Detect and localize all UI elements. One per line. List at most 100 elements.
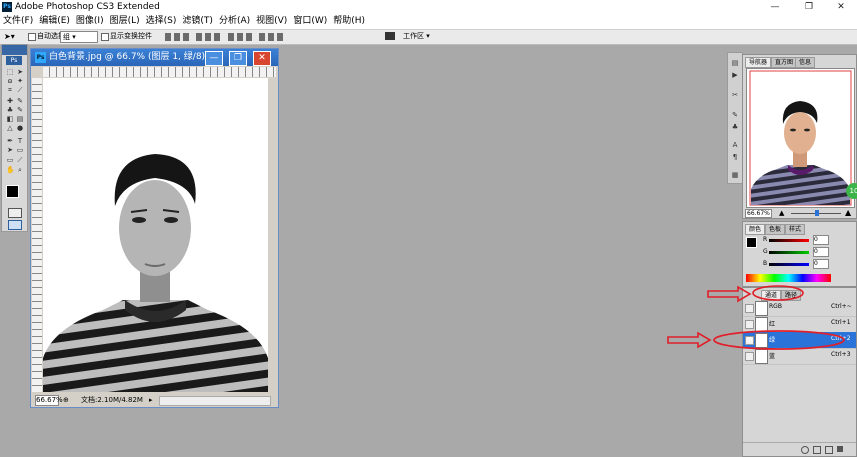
doc-minimize-button[interactable]: — [205, 51, 223, 66]
distribute-left-icon[interactable] [259, 33, 265, 41]
distribute-vcenter-icon[interactable] [237, 33, 243, 41]
screen-mode-icon[interactable] [8, 220, 22, 230]
path-select-icon[interactable]: ➤ [6, 147, 14, 154]
align-hcenter-icon[interactable] [205, 33, 211, 41]
tab-color[interactable]: 颜色 [745, 224, 766, 235]
hand-tool-icon[interactable]: ✋ [6, 167, 15, 174]
visibility-toggle[interactable] [745, 304, 754, 313]
toolbox-header[interactable] [2, 45, 27, 55]
history-brush-icon[interactable]: ✎ [16, 107, 24, 114]
status-menu-icon[interactable]: ⊕ [63, 394, 69, 406]
b-value[interactable]: 0 [813, 259, 829, 269]
distribute-hcenter-icon[interactable] [268, 33, 274, 41]
zoom-tool-icon[interactable]: ⌕ [16, 167, 24, 174]
auto-select-checkbox[interactable] [28, 32, 36, 42]
layer-comps-icon[interactable]: ▦ [730, 171, 740, 180]
tab-histogram[interactable]: 直方图 [771, 57, 798, 68]
menu-filter[interactable]: 滤镜(T) [179, 14, 216, 29]
close-button[interactable]: ✕ [830, 0, 852, 14]
align-bottom-icon[interactable] [183, 33, 189, 41]
distribute-top-icon[interactable] [228, 33, 234, 41]
clone-stamp-icon[interactable]: ♣ [6, 107, 14, 114]
maximize-button[interactable]: ❐ [798, 0, 820, 14]
align-top-icon[interactable] [165, 33, 171, 41]
tab-info[interactable]: 信息 [795, 57, 816, 68]
b-slider[interactable] [769, 263, 809, 266]
visibility-toggle[interactable] [745, 320, 754, 329]
eyedropper-icon[interactable]: ⟋ [16, 157, 24, 164]
actions-panel-icon[interactable]: ▶ [730, 71, 740, 80]
menu-file[interactable]: 文件(F) [0, 14, 36, 29]
menu-image[interactable]: 图像(I) [73, 14, 107, 29]
gradient-tool-icon[interactable]: ▤ [16, 116, 24, 123]
notes-tool-icon[interactable]: ▭ [6, 157, 14, 164]
status-arrow-icon[interactable]: ▸ [149, 394, 153, 406]
zoom-field[interactable]: 66.67% [35, 395, 63, 406]
eraser-tool-icon[interactable]: ◧ [6, 116, 14, 123]
menu-help[interactable]: 帮助(H) [330, 14, 368, 29]
horizontal-scrollbar[interactable] [159, 396, 271, 406]
distribute-right-icon[interactable] [277, 33, 283, 41]
show-transform-checkbox[interactable] [101, 32, 109, 42]
menu-view[interactable]: 视图(V) [253, 14, 290, 29]
color-spectrum-bar[interactable] [746, 274, 831, 282]
brush-tool-icon[interactable]: ✎ [16, 98, 24, 105]
clone-source-icon[interactable]: ♣ [730, 123, 740, 132]
save-selection-icon[interactable] [813, 446, 821, 454]
menu-analysis[interactable]: 分析(A) [216, 14, 253, 29]
move-tool-preset-icon[interactable]: ➤▾ [4, 32, 15, 41]
crop-tool-icon[interactable]: ⌗ [6, 87, 14, 94]
quick-mask-icon[interactable] [8, 208, 22, 218]
magic-wand-icon[interactable]: ✦ [16, 78, 24, 85]
shape-tool-icon[interactable]: ▭ [16, 147, 24, 154]
doc-maximize-button[interactable]: ❐ [229, 51, 247, 66]
dodge-tool-icon[interactable]: ● [16, 125, 24, 132]
delete-channel-icon[interactable] [837, 446, 843, 452]
tab-swatches[interactable]: 色板 [765, 224, 786, 235]
g-slider[interactable] [769, 251, 809, 254]
tab-styles[interactable]: 样式 [785, 224, 806, 235]
blur-tool-icon[interactable]: △ [6, 125, 14, 132]
character-panel-icon[interactable]: A [730, 141, 740, 150]
visibility-toggle[interactable] [745, 352, 754, 361]
new-channel-icon[interactable] [825, 446, 833, 454]
vertical-ruler[interactable] [32, 78, 42, 392]
load-selection-icon[interactable] [801, 446, 809, 454]
type-tool-icon[interactable]: T [16, 138, 24, 145]
paragraph-panel-icon[interactable]: ¶ [730, 153, 740, 162]
tool-presets-icon[interactable]: ✂ [730, 91, 740, 100]
move-tool-icon[interactable]: ➤ [16, 69, 24, 76]
bridge-icon[interactable] [385, 32, 395, 40]
navigator-zoom-field[interactable]: 66.67% [745, 209, 772, 218]
auto-select-dropdown[interactable]: 组 ▾ [60, 31, 98, 43]
color-fg-swatch[interactable] [746, 237, 757, 248]
marquee-tool-icon[interactable]: ⬚ [6, 69, 14, 76]
align-left-icon[interactable] [196, 33, 202, 41]
menu-edit[interactable]: 编辑(E) [36, 14, 73, 29]
minimize-button[interactable]: — [764, 0, 786, 14]
brushes-panel-icon[interactable]: ✎ [730, 111, 740, 120]
document-title-bar[interactable]: Ps 白色背景.jpg @ 66.7% (图层 1, 绿/8) — ❐ ✕ [31, 49, 278, 66]
menu-window[interactable]: 窗口(W) [290, 14, 330, 29]
menu-select[interactable]: 选择(S) [143, 14, 180, 29]
lasso-tool-icon[interactable]: ɷ [6, 78, 14, 85]
history-panel-icon[interactable]: ▤ [730, 59, 740, 68]
pen-tool-icon[interactable]: ✒ [6, 138, 14, 145]
align-right-icon[interactable] [214, 33, 220, 41]
doc-close-button[interactable]: ✕ [253, 51, 271, 66]
slice-tool-icon[interactable]: ⟋ [16, 87, 24, 94]
workspace-button[interactable]: 工作区 ▾ [403, 31, 430, 41]
menu-layer[interactable]: 图层(L) [107, 14, 143, 29]
r-slider[interactable] [769, 239, 809, 242]
tab-navigator[interactable]: 导航器 [745, 57, 772, 68]
zoom-slider-thumb[interactable] [815, 210, 819, 216]
horizontal-ruler[interactable] [43, 67, 276, 77]
g-value[interactable]: 0 [813, 247, 829, 257]
healing-brush-icon[interactable]: ✚ [6, 98, 14, 105]
distribute-bottom-icon[interactable] [246, 33, 252, 41]
document-canvas[interactable] [43, 78, 268, 392]
align-vcenter-icon[interactable] [174, 33, 180, 41]
zoom-in-icon[interactable]: ▲ [845, 208, 851, 217]
toolbox-logo[interactable]: Ps [6, 56, 22, 65]
navigator-thumbnail[interactable] [746, 68, 855, 208]
